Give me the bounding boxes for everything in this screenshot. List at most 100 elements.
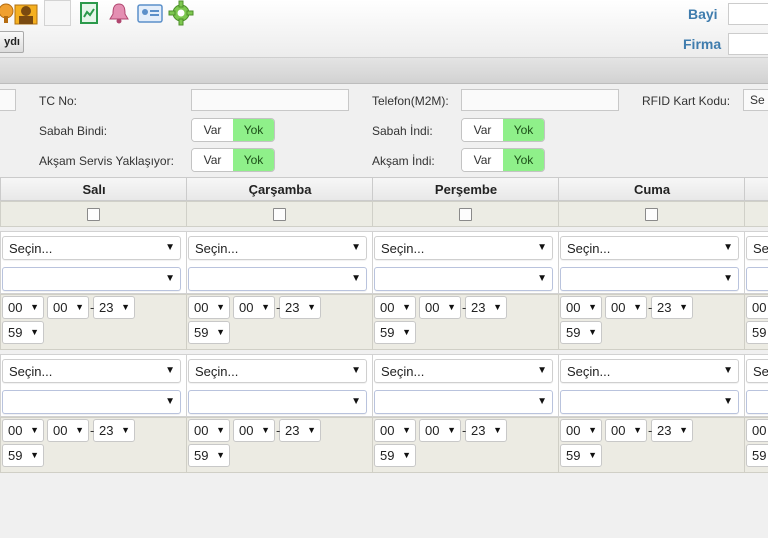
day-checkbox[interactable] bbox=[273, 208, 286, 221]
sabah-bindi-toggle[interactable]: Var Yok bbox=[191, 118, 275, 142]
toggle-var[interactable]: Var bbox=[192, 119, 233, 141]
start-hour-select[interactable]: 00 ▼ bbox=[374, 419, 416, 442]
start-hour-select[interactable]: 00 ▼ bbox=[2, 419, 44, 442]
route-select[interactable]: Seçin... ▼ bbox=[188, 359, 367, 383]
stop-select[interactable]: ▼ bbox=[374, 390, 553, 414]
end-minute-select[interactable]: 59 ▼ bbox=[560, 444, 602, 467]
firma-field[interactable] bbox=[728, 33, 768, 55]
start-minute-select[interactable]: 00 ▼ bbox=[47, 296, 89, 319]
start-minute-select[interactable]: 00 ▼ bbox=[47, 419, 89, 442]
route-select[interactable]: Se bbox=[746, 236, 768, 260]
toggle-var[interactable]: Var bbox=[462, 149, 503, 171]
end-hour-select[interactable]: 23 ▼ bbox=[465, 296, 507, 319]
route-select[interactable]: Seçin... ▼ bbox=[2, 359, 181, 383]
time-value: 00 bbox=[380, 423, 395, 438]
chevron-down-icon: ▼ bbox=[165, 396, 175, 407]
chevron-down-icon: ▼ bbox=[261, 302, 270, 312]
route-select[interactable]: Seçin... ▼ bbox=[374, 236, 553, 260]
end-minute-select[interactable]: 59 bbox=[746, 321, 768, 344]
end-hour-select[interactable]: 23 ▼ bbox=[651, 419, 693, 442]
day-checkbox[interactable] bbox=[645, 208, 658, 221]
end-hour-select[interactable]: 23 ▼ bbox=[93, 419, 135, 442]
end-minute-select[interactable]: 59 ▼ bbox=[2, 321, 44, 344]
day-checkbox[interactable] bbox=[87, 208, 100, 221]
stop-select[interactable]: ▼ bbox=[560, 267, 739, 291]
start-hour-select[interactable]: 00 ▼ bbox=[188, 296, 230, 319]
chevron-down-icon: ▼ bbox=[351, 242, 361, 253]
route-select[interactable]: Seçin... ▼ bbox=[374, 359, 553, 383]
id-card-icon[interactable] bbox=[136, 0, 164, 26]
toggle-yok[interactable]: Yok bbox=[503, 149, 544, 171]
start-minute-select[interactable]: 00 ▼ bbox=[605, 419, 647, 442]
stop-select[interactable]: ▼ bbox=[2, 390, 181, 414]
chevron-down-icon: ▼ bbox=[537, 273, 547, 284]
start-minute-select[interactable]: 00 ▼ bbox=[605, 296, 647, 319]
start-hour-select[interactable]: 00 ▼ bbox=[374, 296, 416, 319]
toggle-yok[interactable]: Yok bbox=[503, 119, 544, 141]
start-hour-select[interactable]: 00 ▼ bbox=[2, 296, 44, 319]
end-minute-select[interactable]: 59 ▼ bbox=[374, 321, 416, 344]
route-select[interactable]: Seçin... ▼ bbox=[560, 359, 739, 383]
sabah-indi-toggle[interactable]: Var Yok bbox=[461, 118, 545, 142]
end-hour-select[interactable]: 23 ▼ bbox=[651, 296, 693, 319]
end-minute-select[interactable]: 59 ▼ bbox=[188, 444, 230, 467]
select-value: Seçin... bbox=[381, 240, 425, 256]
start-hour-select[interactable]: 00 bbox=[746, 419, 768, 442]
aksam-servis-toggle[interactable]: Var Yok bbox=[191, 148, 275, 172]
route-select[interactable]: Seçin... ▼ bbox=[2, 236, 181, 260]
start-minute-select[interactable]: 00 ▼ bbox=[419, 296, 461, 319]
stop-select[interactable]: ▼ bbox=[188, 390, 367, 414]
save-button[interactable]: ydı bbox=[0, 31, 24, 53]
toggle-var[interactable]: Var bbox=[462, 119, 503, 141]
gear-icon[interactable] bbox=[167, 0, 195, 26]
user-icon[interactable] bbox=[12, 0, 40, 26]
start-hour-select[interactable]: 00 ▼ bbox=[560, 296, 602, 319]
end-hour-select[interactable]: 23 ▼ bbox=[279, 296, 321, 319]
start-hour-select[interactable]: 00 ▼ bbox=[560, 419, 602, 442]
time-range-dash: - bbox=[648, 423, 653, 438]
start-hour-select[interactable]: 00 bbox=[746, 296, 768, 319]
day-checkbox[interactable] bbox=[459, 208, 472, 221]
name-input-partial[interactable] bbox=[0, 89, 16, 111]
stop-select[interactable]: ▼ bbox=[188, 267, 367, 291]
toggle-yok[interactable]: Yok bbox=[233, 119, 274, 141]
end-minute-select[interactable]: 59 ▼ bbox=[560, 321, 602, 344]
stop-select[interactable]: ▼ bbox=[2, 267, 181, 291]
day-header: Salı bbox=[0, 177, 188, 201]
end-minute-select[interactable]: 59 ▼ bbox=[188, 321, 230, 344]
report-icon[interactable] bbox=[75, 0, 103, 26]
start-minute-select[interactable]: 00 ▼ bbox=[233, 296, 275, 319]
time-value: 23 bbox=[99, 300, 114, 315]
stop-select[interactable] bbox=[746, 267, 768, 291]
bell-icon[interactable] bbox=[105, 0, 133, 26]
time-value: 59 bbox=[566, 325, 581, 340]
route-select[interactable]: Seçin... ▼ bbox=[188, 236, 367, 260]
end-hour-select[interactable]: 23 ▼ bbox=[279, 419, 321, 442]
chevron-down-icon: ▼ bbox=[537, 365, 547, 376]
telefon-input[interactable] bbox=[461, 89, 619, 111]
end-minute-select[interactable]: 59 ▼ bbox=[2, 444, 44, 467]
bayi-field[interactable] bbox=[728, 3, 768, 25]
start-hour-select[interactable]: 00 ▼ bbox=[188, 419, 230, 442]
rfid-select[interactable]: Se bbox=[743, 89, 768, 111]
stop-select[interactable]: ▼ bbox=[374, 267, 553, 291]
chevron-down-icon: ▼ bbox=[633, 302, 642, 312]
start-minute-select[interactable]: 00 ▼ bbox=[419, 419, 461, 442]
toggle-yok[interactable]: Yok bbox=[233, 149, 274, 171]
aksam-indi-toggle[interactable]: Var Yok bbox=[461, 148, 545, 172]
end-hour-select[interactable]: 23 ▼ bbox=[93, 296, 135, 319]
route-select[interactable]: Se bbox=[746, 359, 768, 383]
chevron-down-icon: ▼ bbox=[723, 396, 733, 407]
chevron-down-icon: ▼ bbox=[261, 425, 270, 435]
blank-icon[interactable] bbox=[44, 0, 71, 26]
time-value: 59 bbox=[194, 448, 209, 463]
tc-input[interactable] bbox=[191, 89, 349, 111]
toggle-var[interactable]: Var bbox=[192, 149, 233, 171]
end-minute-select[interactable]: 59 bbox=[746, 444, 768, 467]
stop-select[interactable]: ▼ bbox=[560, 390, 739, 414]
stop-select[interactable] bbox=[746, 390, 768, 414]
end-hour-select[interactable]: 23 ▼ bbox=[465, 419, 507, 442]
route-select[interactable]: Seçin... ▼ bbox=[560, 236, 739, 260]
start-minute-select[interactable]: 00 ▼ bbox=[233, 419, 275, 442]
end-minute-select[interactable]: 59 ▼ bbox=[374, 444, 416, 467]
